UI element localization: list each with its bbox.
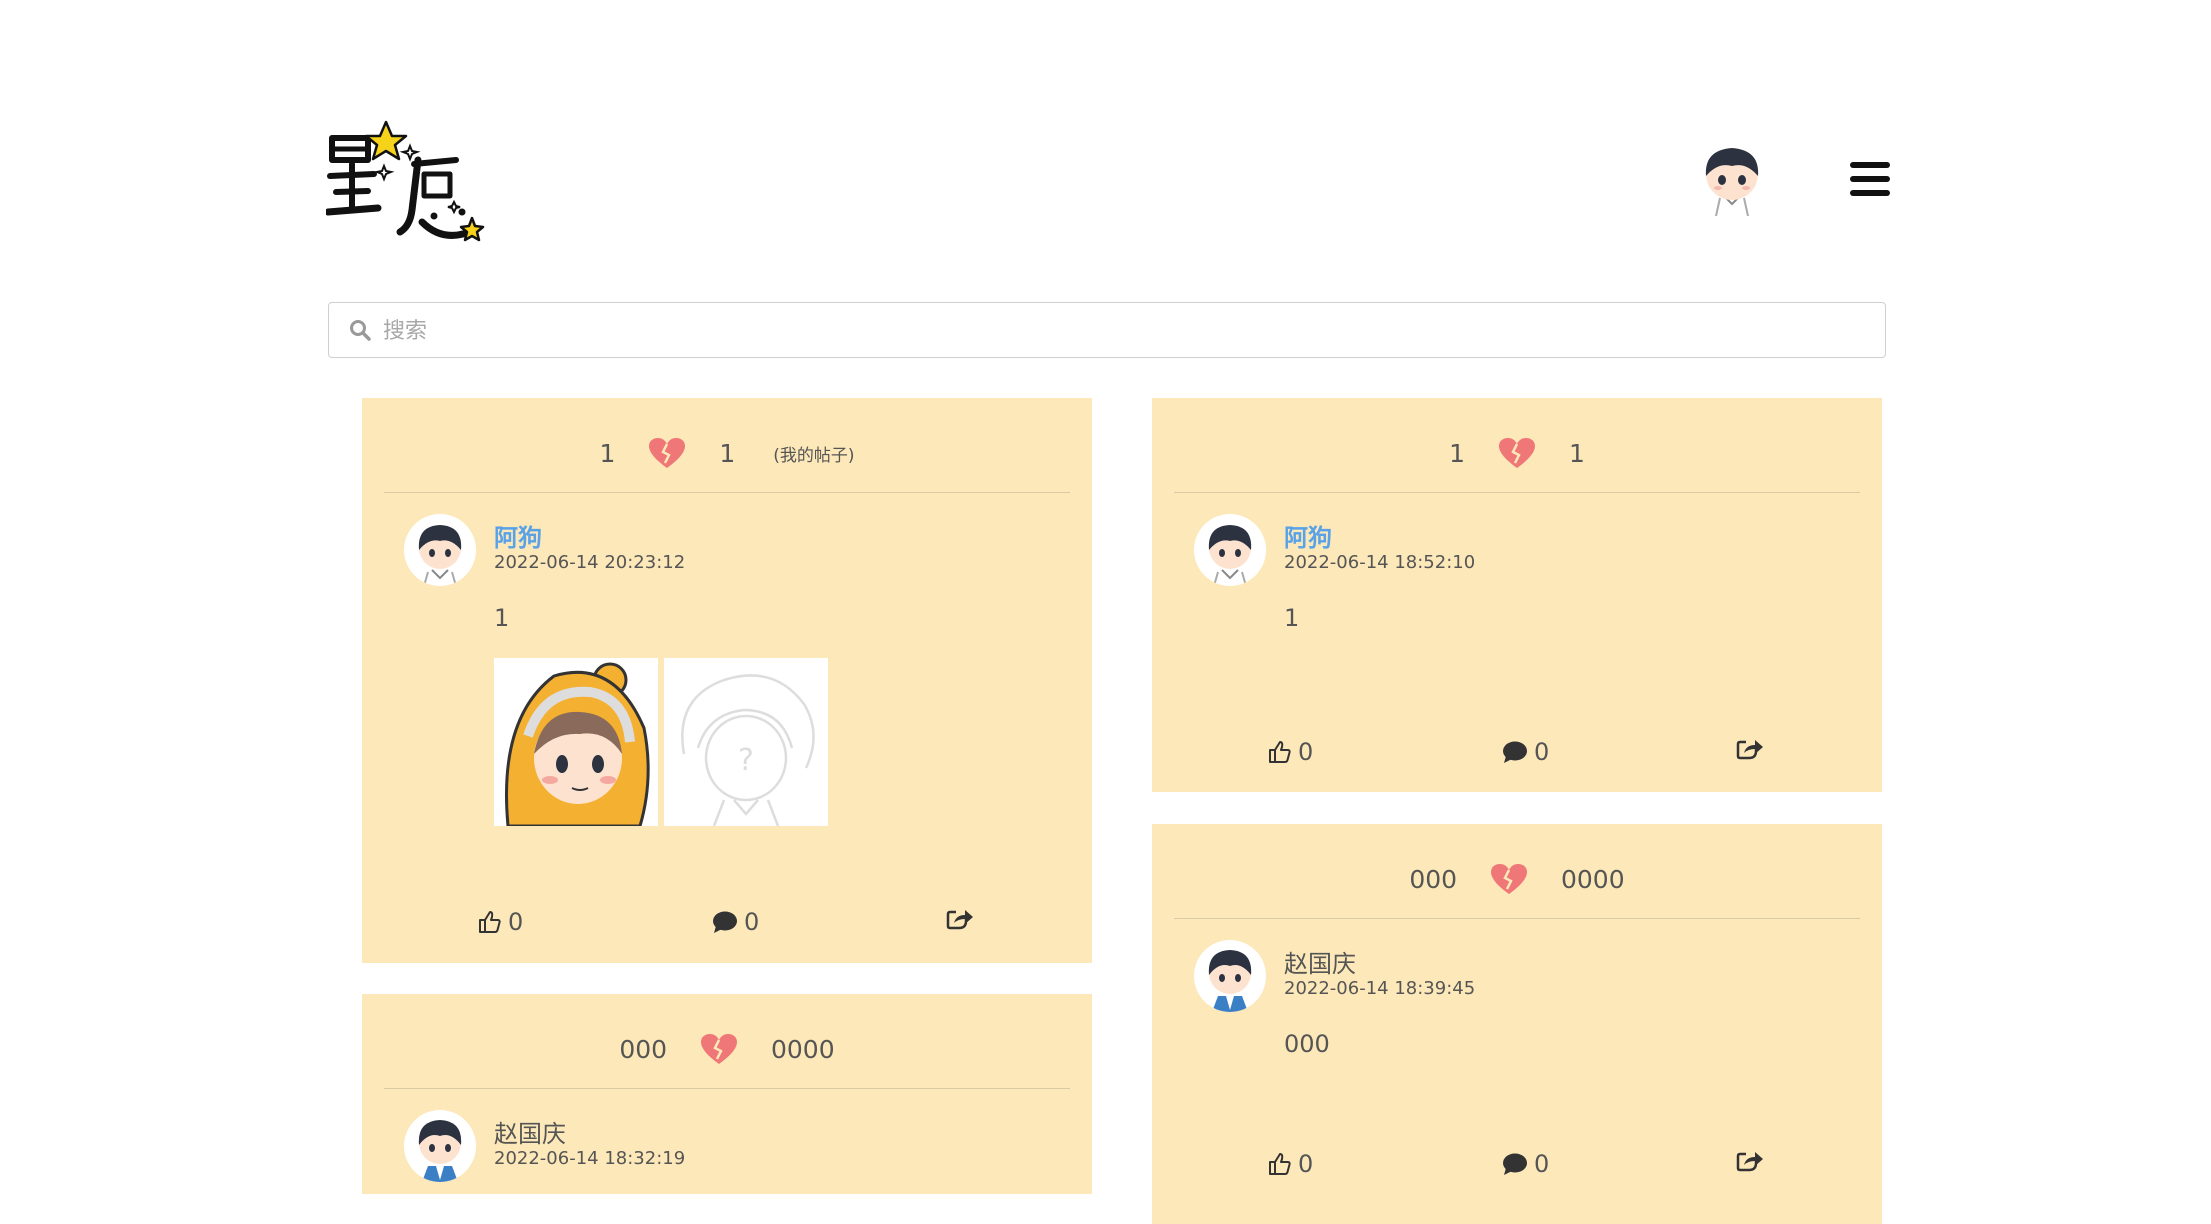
post-header: 1 1 [1152, 436, 1882, 472]
post-image[interactable] [494, 658, 658, 826]
post-image[interactable]: ? [664, 658, 828, 826]
divider [1174, 492, 1860, 493]
post-time: 2022-06-14 18:52:10 [1284, 552, 1476, 573]
heart-icon[interactable] [647, 436, 687, 470]
thumbs-up-icon [1269, 1153, 1291, 1175]
count-right: 0000 [771, 1034, 835, 1064]
menu-icon[interactable] [1850, 162, 1890, 198]
post-card[interactable]: 000 0000 赵国庆 2022-06-14 18:32:19 [362, 994, 1092, 1194]
user-avatar[interactable] [1700, 142, 1764, 216]
avatar[interactable] [1194, 940, 1266, 1012]
comment-count: 0 [1534, 738, 1550, 766]
like-count: 0 [1298, 1150, 1314, 1178]
avatar[interactable] [1194, 514, 1266, 586]
post-time: 2022-06-14 20:23:12 [494, 552, 686, 573]
count-left: 1 [1449, 438, 1466, 468]
site-logo[interactable] [326, 118, 486, 244]
post-content: 1 [494, 604, 510, 632]
like-button[interactable]: 0 [478, 908, 523, 936]
comment-button[interactable]: 0 [1502, 738, 1549, 766]
like-count: 0 [508, 908, 524, 936]
search-bar [328, 302, 1886, 359]
share-icon [1736, 740, 1763, 760]
author-name[interactable]: 阿狗 [494, 518, 542, 553]
heart-icon[interactable] [1489, 862, 1529, 896]
post-card[interactable]: 1 1 (我的帖子) 阿狗 2022-06-14 20:23:12 1 ? 0 … [362, 398, 1092, 963]
like-button[interactable]: 0 [1268, 1150, 1313, 1178]
share-button[interactable] [1736, 1150, 1770, 1174]
heart-icon[interactable] [1497, 436, 1537, 470]
divider [1174, 918, 1860, 919]
post-time: 2022-06-14 18:32:19 [494, 1148, 686, 1169]
post-header: 000 0000 [362, 1032, 1092, 1068]
count-left: 000 [619, 1034, 668, 1064]
my-post-tag: (我的帖子) [773, 445, 855, 466]
count-left: 1 [599, 438, 616, 468]
share-icon [946, 910, 973, 930]
count-right: 1 [719, 438, 736, 468]
thumbs-up-icon [1269, 741, 1291, 763]
comment-count: 0 [1534, 1150, 1550, 1178]
count-right: 1 [1568, 438, 1585, 468]
post-card[interactable]: 1 1 阿狗 2022-06-14 18:52:10 1 0 0 [1152, 398, 1882, 792]
comment-icon [713, 911, 737, 933]
comment-icon [1503, 1153, 1527, 1175]
share-button[interactable] [1736, 738, 1770, 762]
post-header: 1 1 (我的帖子) [362, 436, 1092, 472]
like-count: 0 [1298, 738, 1314, 766]
post-content: 000 [1284, 1030, 1330, 1058]
post-content: 1 [1284, 604, 1300, 632]
comment-button[interactable]: 0 [712, 908, 759, 936]
share-button[interactable] [946, 908, 980, 932]
author-name[interactable]: 阿狗 [1284, 518, 1332, 553]
count-left: 000 [1409, 864, 1458, 894]
avatar[interactable] [404, 1110, 476, 1182]
post-time: 2022-06-14 18:39:45 [1284, 978, 1476, 999]
comment-count: 0 [744, 908, 760, 936]
heart-icon[interactable] [699, 1032, 739, 1066]
author-name[interactable]: 赵国庆 [1284, 944, 1356, 979]
avatar[interactable] [404, 514, 476, 586]
divider [384, 1088, 1070, 1089]
post-header: 000 0000 [1152, 862, 1882, 898]
like-button[interactable]: 0 [1268, 738, 1313, 766]
search-icon [350, 320, 371, 341]
divider [384, 492, 1070, 493]
count-right: 0000 [1561, 864, 1625, 894]
thumbs-up-icon [479, 911, 501, 933]
comment-icon [1503, 741, 1527, 763]
author-name[interactable]: 赵国庆 [494, 1114, 566, 1149]
search-input[interactable] [381, 303, 1865, 359]
post-card[interactable]: 000 0000 赵国庆 2022-06-14 18:39:45 000 0 0 [1152, 824, 1882, 1224]
share-icon [1736, 1152, 1763, 1172]
svg-text:?: ? [738, 743, 754, 778]
comment-button[interactable]: 0 [1502, 1150, 1549, 1178]
